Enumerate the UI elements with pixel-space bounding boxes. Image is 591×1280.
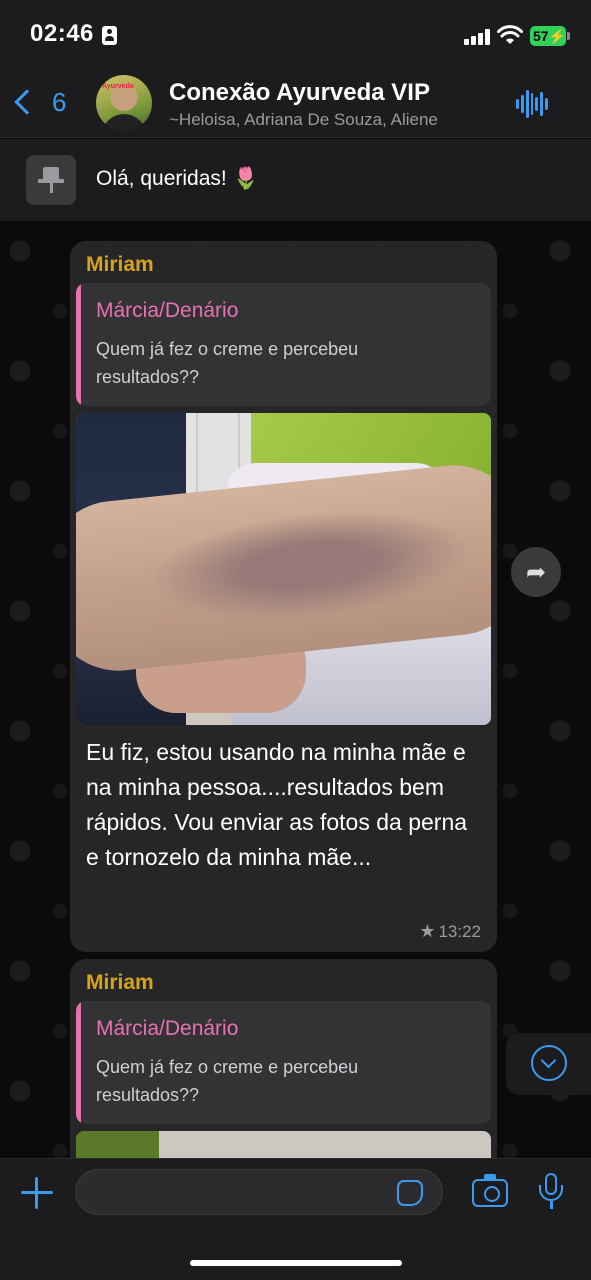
message-sender: Miriam [86, 971, 154, 994]
pin-icon [26, 155, 76, 205]
quote-text: Quem já fez o creme e percebeu resultado… [96, 1057, 359, 1105]
sticker-icon[interactable] [397, 1180, 423, 1206]
battery-tip [567, 32, 570, 40]
camera-icon[interactable] [472, 1174, 508, 1207]
back-chevron-icon [14, 89, 40, 115]
microphone-icon[interactable] [539, 1173, 563, 1211]
message-time: 13:22 [438, 921, 481, 941]
avatar-logo: Ayurveda [102, 83, 134, 90]
message-bubble[interactable]: Miriam Márcia/Denário Quem já fez o crem… [70, 241, 497, 952]
id-card-icon [102, 26, 117, 45]
chat-area[interactable]: Miriam Márcia/Denário Quem já fez o crem… [0, 221, 591, 1158]
battery-icon: 57⚡ [530, 26, 566, 46]
quote-text: Quem já fez o creme e percebeu resultado… [96, 339, 359, 387]
back-button[interactable]: 6 [10, 82, 66, 122]
message-sender: Miriam [86, 253, 154, 276]
input-bar [0, 1158, 591, 1280]
battery-level: 57 [533, 28, 549, 44]
group-title[interactable]: Conexão Ayurveda VIP [169, 79, 430, 107]
group-members[interactable]: ~Heloisa, Adriana De Souza, Aliene [169, 110, 487, 130]
star-icon: ★ [419, 921, 436, 941]
voice-wave-icon[interactable] [516, 88, 549, 120]
pinned-message[interactable]: Olá, queridas! 🌷 [0, 139, 591, 221]
quote-author: Márcia/Denário [96, 299, 239, 322]
quoted-message[interactable]: Márcia/Denário Quem já fez o creme e per… [76, 1001, 491, 1124]
status-bar: 02:46 57⚡ [0, 0, 591, 70]
message-photo[interactable] [76, 413, 491, 725]
status-time: 02:46 [30, 20, 94, 47]
group-avatar[interactable]: Ayurveda [96, 75, 152, 131]
scroll-down-icon [531, 1045, 567, 1081]
scroll-down-button[interactable] [506, 1033, 591, 1095]
quote-bar [76, 1001, 81, 1124]
quote-bar [76, 283, 81, 406]
wifi-icon [497, 25, 523, 44]
quote-author: Márcia/Denário [96, 1017, 239, 1040]
message-photo[interactable] [76, 1131, 491, 1158]
chat-header: 6 Ayurveda Conexão Ayurveda VIP ~Heloisa… [0, 70, 591, 138]
home-indicator[interactable] [190, 1260, 402, 1266]
message-meta: ★ 13:22 [419, 921, 481, 942]
message-input[interactable] [75, 1169, 443, 1215]
unread-count: 6 [52, 86, 67, 117]
signal-icon [464, 29, 490, 45]
plus-icon[interactable] [19, 1175, 55, 1211]
message-bubble[interactable]: Miriam Márcia/Denário Quem já fez o crem… [70, 959, 497, 1158]
message-text: Eu fiz, estou usando na minha mãe e na m… [86, 739, 468, 870]
quoted-message[interactable]: Márcia/Denário Quem já fez o creme e per… [76, 283, 491, 406]
pinned-text: Olá, queridas! 🌷 [96, 167, 259, 190]
forward-icon[interactable]: ➦ [511, 547, 561, 597]
